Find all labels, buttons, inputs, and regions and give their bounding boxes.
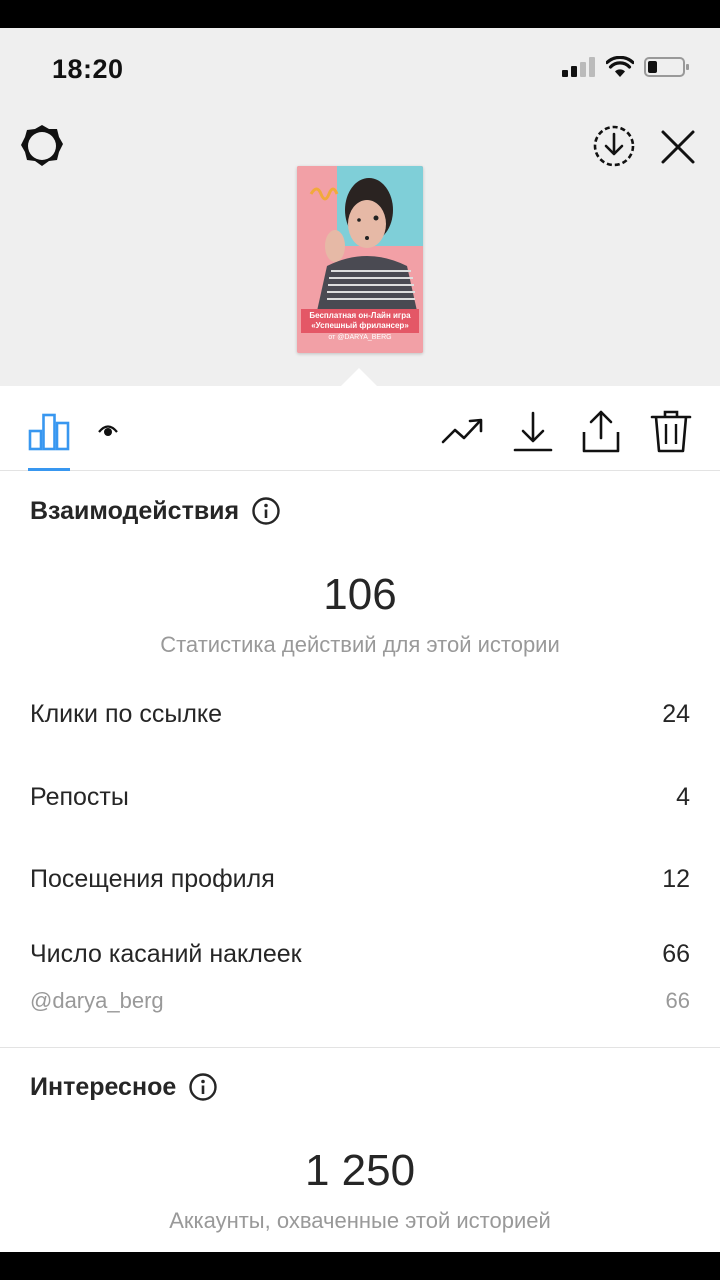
reach-caption: Аккаунты, охваченные этой историей (169, 1208, 551, 1233)
top-black-bar (0, 0, 720, 28)
trash-icon (650, 410, 692, 453)
save-story-button[interactable] (590, 122, 638, 170)
link-clicks-label: Клики по ссылке (30, 700, 223, 728)
download-button[interactable] (510, 408, 556, 454)
settings-button[interactable] (18, 122, 66, 170)
story-caption-author: от @DARYA_BERG (328, 334, 392, 341)
sticker-taps-label: Число касаний наклеек (30, 940, 302, 968)
tab-viewers[interactable] (96, 420, 120, 442)
info-icon[interactable] (188, 1072, 218, 1102)
close-icon (661, 130, 695, 164)
signal-icon (562, 57, 595, 77)
interactions-caption: Статистика действий для этой истории (160, 632, 560, 657)
share-button[interactable] (578, 408, 624, 454)
reach-total: 1 250 (304, 1146, 416, 1195)
selected-story-caret (341, 368, 377, 386)
battery-icon (644, 57, 689, 77)
sticker-taps-value: 66 (662, 940, 690, 968)
interactions-title: Взаимодействия (30, 496, 240, 525)
insights-toolbar (0, 386, 720, 471)
close-button[interactable] (656, 122, 700, 170)
reposts-value: 4 (676, 783, 690, 811)
story-caption: Бесплатная он-Лайн игра «Успешный фрилан… (301, 309, 419, 333)
settings-gear-icon (21, 125, 63, 166)
bar-chart-icon (28, 413, 70, 451)
active-tab-indicator (28, 468, 70, 471)
story-caption-line1: Бесплатная он-Лайн игра (309, 311, 411, 320)
interactions-total: 106 (323, 570, 397, 619)
status-icons (562, 56, 690, 78)
eye-icon (98, 425, 118, 436)
trending-up-icon (441, 418, 483, 444)
interactions-heading: Взаимодействия (30, 496, 281, 526)
status-time: 18:20 (52, 54, 124, 84)
link-clicks-value: 24 (662, 700, 690, 728)
profile-visits-value: 12 (662, 865, 690, 893)
reposts-label: Репосты (30, 783, 129, 811)
download-icon (513, 411, 553, 452)
sticker-mention-value: 66 (665, 988, 690, 1013)
profile-visits-label: Посещения профиля (30, 865, 275, 893)
tab-insights[interactable] (28, 409, 70, 451)
story-thumbnail[interactable]: Бесплатная он-Лайн игра «Успешный фрилан… (297, 166, 423, 353)
info-icon[interactable] (251, 496, 281, 526)
sticker-mention-label[interactable]: @darya_berg (30, 988, 164, 1014)
section-divider (0, 1047, 720, 1048)
discovery-heading: Интересное (30, 1072, 218, 1102)
wifi-icon (606, 56, 634, 77)
promote-button[interactable] (440, 408, 486, 454)
share-icon (582, 410, 620, 453)
discovery-title: Интересное (30, 1072, 177, 1101)
download-circle-icon (593, 125, 635, 167)
story-caption-line2: «Успешный фрилансер» (311, 321, 409, 330)
bottom-black-bar (0, 1252, 720, 1280)
delete-button[interactable] (648, 408, 694, 454)
